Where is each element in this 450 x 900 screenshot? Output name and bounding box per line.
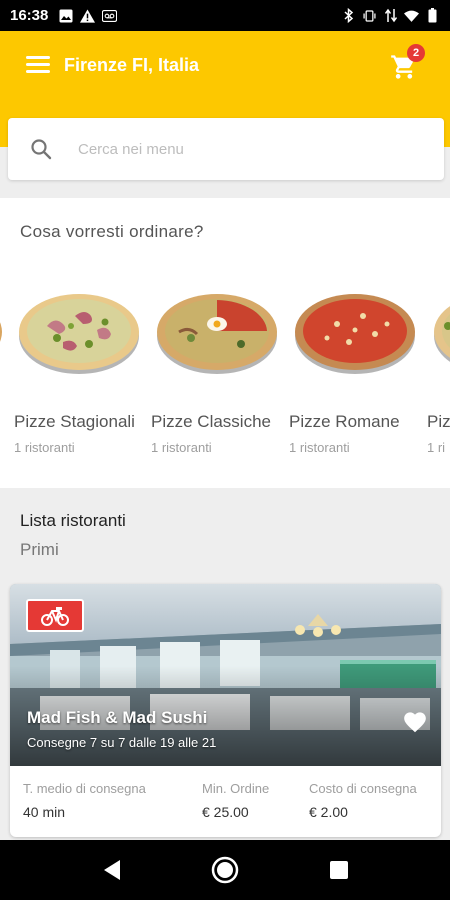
voicemail-icon <box>102 8 118 23</box>
alert-icon <box>80 8 96 23</box>
category-section: Cosa vorresti ordinare? Pizze Stagionali… <box>0 198 450 488</box>
category-name: Pizze Classiche <box>151 412 271 431</box>
vibrate-icon <box>362 8 377 23</box>
category-name: Pizze Romane <box>289 412 400 431</box>
bluetooth-icon <box>341 8 356 23</box>
status-time: 16:38 <box>10 7 49 24</box>
category-item[interactable] <box>293 286 423 383</box>
wifi-icon <box>404 8 419 23</box>
category-section-title: Cosa vorresti ordinare? <box>20 222 204 241</box>
category-name: Pizze Stagionali <box>14 412 135 431</box>
min-order-value: € 25.00 <box>202 804 249 820</box>
restaurant-hours: Consegne 7 su 7 dalle 19 alle 21 <box>27 735 217 750</box>
restaurant-photo: Mad Fish & Mad Sushi Consegne 7 su 7 dal… <box>10 584 441 766</box>
image-icon <box>58 8 73 23</box>
category-count: 1 ri <box>427 440 446 455</box>
restaurant-list-title: Lista ristoranti <box>20 511 126 530</box>
home-icon[interactable] <box>211 856 239 884</box>
system-nav-bar <box>0 840 450 900</box>
min-order-label: Min. Ordine <box>202 781 270 796</box>
category-count: 1 ristoranti <box>289 440 350 455</box>
avg-delivery-value: 40 min <box>23 804 66 820</box>
category-item[interactable] <box>155 286 285 383</box>
battery-icon <box>425 8 440 23</box>
bike-icon <box>41 606 69 626</box>
delivery-cost-label: Costo di consegna <box>309 781 417 796</box>
delivery-cost-value: € 2.00 <box>309 804 348 820</box>
search-icon <box>30 138 52 160</box>
category-count: 1 ristoranti <box>151 440 212 455</box>
delivery-bike-badge <box>26 599 84 632</box>
avg-delivery-label: T. medio di consegna <box>23 781 146 796</box>
menu-icon[interactable] <box>26 56 50 74</box>
search-placeholder: Cerca nei menu <box>78 140 184 158</box>
heart-icon[interactable] <box>402 709 428 733</box>
category-item-partial-left[interactable] <box>0 286 10 383</box>
category-item[interactable] <box>17 286 147 383</box>
restaurant-name: Mad Fish & Mad Sushi <box>27 708 208 727</box>
pizza-image <box>295 294 415 374</box>
cart-count-badge: 2 <box>407 44 425 62</box>
back-icon[interactable] <box>98 856 126 884</box>
data-arrows-icon <box>383 8 398 23</box>
pizza-image <box>434 306 450 362</box>
location-title[interactable]: Firenze FI, Italia <box>64 55 199 76</box>
restaurant-list-subtitle: Primi <box>20 540 59 559</box>
category-item[interactable] <box>432 286 450 383</box>
pizza-image <box>157 294 277 374</box>
category-name: Pizze <box>427 412 450 431</box>
restaurant-card[interactable]: Mad Fish & Mad Sushi Consegne 7 su 7 dal… <box>10 584 441 837</box>
status-bar: 16:38 <box>0 0 450 31</box>
restaurant-list-section: Lista ristoranti Primi Mad Fish & Mad Su… <box>0 488 450 840</box>
search-input[interactable]: Cerca nei menu <box>8 118 444 180</box>
category-count: 1 ristoranti <box>14 440 75 455</box>
recents-icon[interactable] <box>325 856 353 884</box>
pizza-image <box>19 294 139 374</box>
